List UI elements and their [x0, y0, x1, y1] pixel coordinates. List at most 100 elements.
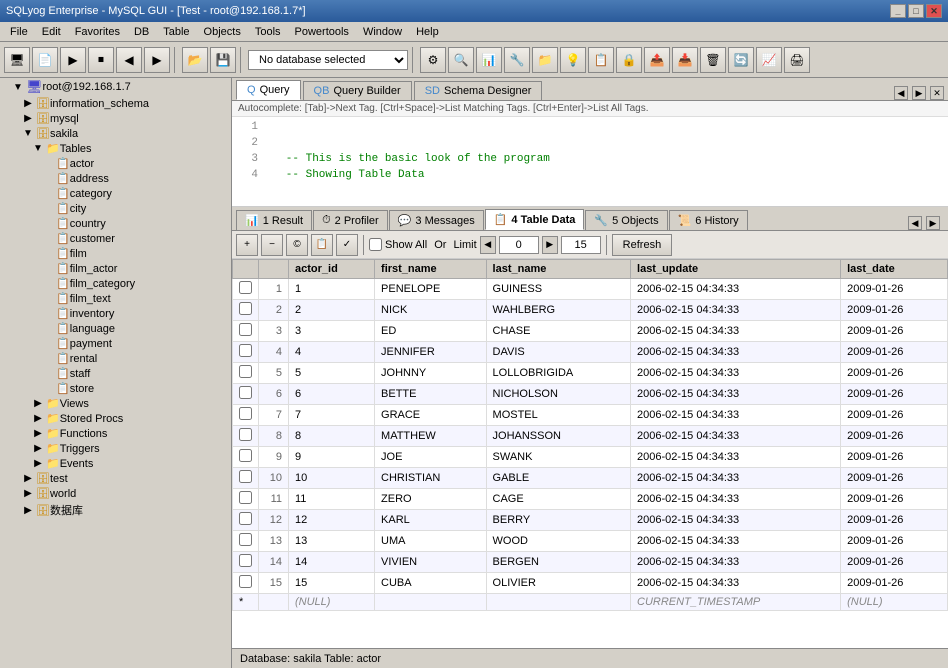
row-checkbox[interactable] — [239, 470, 252, 483]
table-row[interactable]: 14 14 VIVIEN BERGEN 2006-02-15 04:34:33 … — [233, 552, 948, 573]
show-all-checkbox[interactable] — [369, 238, 382, 251]
table-row[interactable]: 8 8 MATTHEW JOHANSSON 2006-02-15 04:34:3… — [233, 426, 948, 447]
tree-table-address[interactable]: 📋 address — [0, 171, 231, 186]
tab-schema-designer[interactable]: SD Schema Designer — [414, 81, 543, 100]
back-button[interactable]: ◀ — [116, 47, 142, 73]
save-file-button[interactable]: 💾 — [210, 47, 236, 73]
menu-db[interactable]: DB — [128, 25, 155, 39]
new-cell-last-date[interactable]: (NULL) — [841, 594, 948, 611]
menu-tools[interactable]: Tools — [249, 25, 287, 39]
cell-first-name[interactable]: ZERO — [375, 489, 487, 510]
cell-actor-id[interactable]: 5 — [289, 363, 375, 384]
row-checkbox[interactable] — [239, 281, 252, 294]
cell-actor-id[interactable]: 15 — [289, 573, 375, 594]
tree-events-folder[interactable]: ▶ 📁 Events — [0, 456, 231, 471]
cell-first-name[interactable]: GRACE — [375, 405, 487, 426]
menu-help[interactable]: Help — [410, 25, 445, 39]
table-row[interactable]: 12 12 KARL BERRY 2006-02-15 04:34:33 200… — [233, 510, 948, 531]
menu-table[interactable]: Table — [157, 25, 195, 39]
rtab-result[interactable]: 📊 1 Result — [236, 210, 312, 230]
cell-last-name[interactable]: LOLLOBRIGIDA — [486, 363, 630, 384]
tb-btn-10[interactable]: 📥 — [672, 47, 698, 73]
cell-actor-id[interactable]: 10 — [289, 468, 375, 489]
tb-btn-9[interactable]: 📤 — [644, 47, 670, 73]
cell-last-name[interactable]: BERGEN — [486, 552, 630, 573]
tb-btn-2[interactable]: 🔍 — [448, 47, 474, 73]
tt-insert-btn[interactable]: + — [236, 234, 258, 256]
cell-last-name[interactable]: CAGE — [486, 489, 630, 510]
cell-last-update[interactable]: 2006-02-15 04:34:33 — [631, 468, 841, 489]
cell-last-update[interactable]: 2006-02-15 04:34:33 — [631, 363, 841, 384]
tb-btn-7[interactable]: 📋 — [588, 47, 614, 73]
cell-last-date[interactable]: 2009-01-26 — [841, 384, 948, 405]
row-checkbox[interactable] — [239, 533, 252, 546]
menu-favorites[interactable]: Favorites — [69, 25, 126, 39]
cell-last-update[interactable]: 2006-02-15 04:34:33 — [631, 426, 841, 447]
results-tab-nav-right[interactable]: ▶ — [926, 216, 940, 230]
cell-last-update[interactable]: 2006-02-15 04:34:33 — [631, 510, 841, 531]
row-checkbox[interactable] — [239, 323, 252, 336]
table-row[interactable]: 4 4 JENNIFER DAVIS 2006-02-15 04:34:33 2… — [233, 342, 948, 363]
query-editor-content[interactable]: 1 2 3 -- This is the basic look of the p… — [232, 117, 948, 189]
table-new-row[interactable]: * (NULL) CURRENT_TIMESTAMP (NULL) — [233, 594, 948, 611]
tree-table-film-text[interactable]: 📋 film_text — [0, 291, 231, 306]
cell-last-name[interactable]: MOSTEL — [486, 405, 630, 426]
tab-close[interactable]: ✕ — [930, 86, 944, 100]
cell-last-date[interactable]: 2009-01-26 — [841, 468, 948, 489]
open-file-button[interactable]: 📂 — [182, 47, 208, 73]
cell-first-name[interactable]: NICK — [375, 300, 487, 321]
cell-last-update[interactable]: 2006-02-15 04:34:33 — [631, 342, 841, 363]
rtab-history[interactable]: 📜 6 History — [669, 210, 748, 230]
cell-actor-id[interactable]: 13 — [289, 531, 375, 552]
cell-last-name[interactable]: GUINESS — [486, 279, 630, 300]
limit-nav-next[interactable]: ▶ — [542, 236, 558, 254]
table-row[interactable]: 11 11 ZERO CAGE 2006-02-15 04:34:33 2009… — [233, 489, 948, 510]
cell-last-name[interactable]: CHASE — [486, 321, 630, 342]
limit-value-input[interactable]: 15 — [561, 236, 601, 254]
new-cell-first-name[interactable] — [375, 594, 487, 611]
cell-first-name[interactable]: BETTE — [375, 384, 487, 405]
table-row[interactable]: 2 2 NICK WAHLBERG 2006-02-15 04:34:33 20… — [233, 300, 948, 321]
new-cell-last-name[interactable] — [486, 594, 630, 611]
cell-actor-id[interactable]: 7 — [289, 405, 375, 426]
tree-table-film[interactable]: 📋 film — [0, 246, 231, 261]
cell-last-name[interactable]: GABLE — [486, 468, 630, 489]
new-query-button[interactable]: 📄 — [32, 47, 58, 73]
rtab-messages[interactable]: 💬 3 Messages — [389, 210, 484, 230]
row-checkbox[interactable] — [239, 302, 252, 315]
tree-table-customer[interactable]: 📋 customer — [0, 231, 231, 246]
close-button[interactable]: ✕ — [926, 4, 942, 18]
run-button[interactable]: ▶ — [60, 47, 86, 73]
tree-table-inventory[interactable]: 📋 inventory — [0, 306, 231, 321]
tree-table-staff[interactable]: 📋 staff — [0, 366, 231, 381]
tb-btn-13[interactable]: 📈 — [756, 47, 782, 73]
tree-table-store[interactable]: 📋 store — [0, 381, 231, 396]
new-connection-button[interactable]: 🖥 — [4, 47, 30, 73]
database-select[interactable]: No database selected sakila test world — [248, 50, 408, 70]
menu-objects[interactable]: Objects — [198, 25, 247, 39]
tab-nav-left[interactable]: ◀ — [894, 86, 908, 100]
cell-last-date[interactable]: 2009-01-26 — [841, 447, 948, 468]
tree-test[interactable]: ▶ 🗄 test — [0, 471, 231, 486]
tt-delete-btn[interactable]: − — [261, 234, 283, 256]
tt-copy-btn[interactable]: © — [286, 234, 308, 256]
cell-first-name[interactable]: ED — [375, 321, 487, 342]
cell-last-date[interactable]: 2009-01-26 — [841, 405, 948, 426]
forward-button[interactable]: ▶ — [144, 47, 170, 73]
cell-first-name[interactable]: JOE — [375, 447, 487, 468]
cell-last-date[interactable]: 2009-01-26 — [841, 573, 948, 594]
tree-views-folder[interactable]: ▶ 📁 Views — [0, 396, 231, 411]
cell-first-name[interactable]: CUBA — [375, 573, 487, 594]
cell-last-update[interactable]: 2006-02-15 04:34:33 — [631, 405, 841, 426]
tree-table-actor[interactable]: 📋 actor — [0, 156, 231, 171]
tree-triggers-folder[interactable]: ▶ 📁 Triggers — [0, 441, 231, 456]
table-row[interactable]: 3 3 ED CHASE 2006-02-15 04:34:33 2009-01… — [233, 321, 948, 342]
menu-powertools[interactable]: Powertools — [289, 25, 355, 39]
table-row[interactable]: 5 5 JOHNNY LOLLOBRIGIDA 2006-02-15 04:34… — [233, 363, 948, 384]
cell-actor-id[interactable]: 3 — [289, 321, 375, 342]
new-cell-last-update[interactable]: CURRENT_TIMESTAMP — [631, 594, 841, 611]
row-checkbox[interactable] — [239, 575, 252, 588]
cell-actor-id[interactable]: 6 — [289, 384, 375, 405]
cell-last-name[interactable]: WOOD — [486, 531, 630, 552]
cell-last-date[interactable]: 2009-01-26 — [841, 300, 948, 321]
